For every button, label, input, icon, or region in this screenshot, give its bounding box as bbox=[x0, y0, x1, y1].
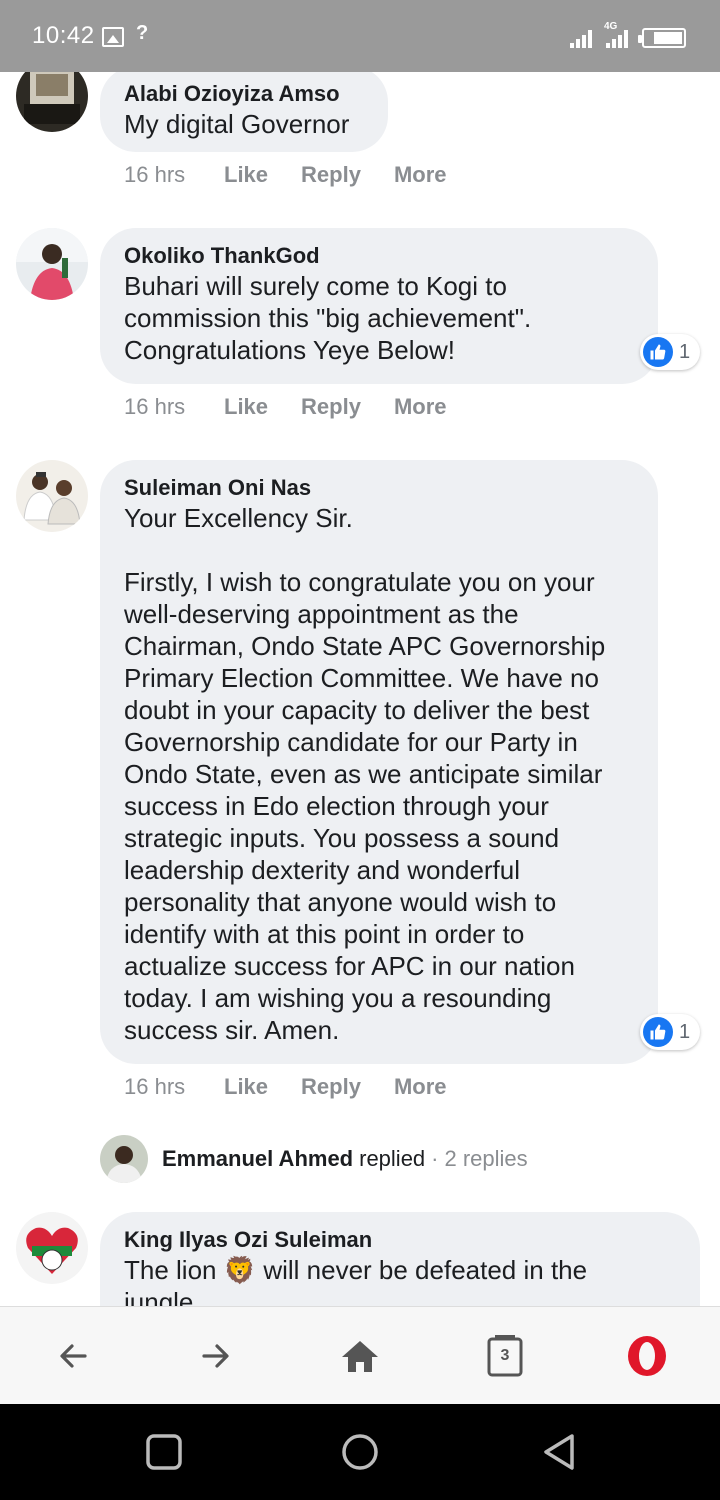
view-replies-link[interactable]: Emmanuel Ahmed replied · 2 replies bbox=[100, 1134, 528, 1184]
reaction-badge[interactable]: 1 bbox=[640, 334, 701, 370]
comment-actions: 16 hrs Like Reply More bbox=[124, 394, 480, 420]
opera-logo-icon[interactable] bbox=[622, 1331, 672, 1381]
reply-author[interactable]: Emmanuel Ahmed bbox=[162, 1146, 353, 1172]
browser-toolbar: 3 bbox=[0, 1306, 720, 1404]
reply-button[interactable]: Reply bbox=[301, 394, 361, 420]
image-icon bbox=[102, 27, 124, 47]
like-reaction-icon bbox=[643, 337, 673, 367]
comments-feed[interactable]: Alabi Ozioyiza Amso My digital Governor … bbox=[0, 72, 720, 1306]
reaction-count: 1 bbox=[679, 340, 691, 363]
comment-text: Buhari will surely come to Kogi to commi… bbox=[124, 271, 532, 365]
comment-author[interactable]: King Ilyas Ozi Suleiman bbox=[124, 1226, 676, 1254]
like-button[interactable]: Like bbox=[224, 1074, 268, 1100]
no-signal-icon: ? bbox=[136, 22, 149, 44]
comment-time[interactable]: 16 hrs bbox=[124, 1074, 224, 1100]
more-button[interactable]: More bbox=[394, 394, 447, 420]
back-arrow-icon[interactable] bbox=[48, 1331, 98, 1381]
home-circle-icon[interactable] bbox=[340, 1432, 380, 1472]
reply-count[interactable]: 2 replies bbox=[445, 1146, 528, 1172]
comment-author[interactable]: Okoliko ThankGod bbox=[124, 242, 634, 270]
status-bar: 10:42 ? 4G bbox=[0, 0, 720, 72]
reply-verb: replied bbox=[359, 1146, 426, 1171]
back-triangle-icon[interactable] bbox=[540, 1432, 580, 1472]
comment-text: The lion 🦁 will never be defeated in the… bbox=[124, 1255, 588, 1306]
comment-time[interactable]: 16 hrs bbox=[124, 162, 224, 188]
avatar[interactable] bbox=[16, 228, 88, 300]
comment-bubble: King Ilyas Ozi Suleiman The lion 🦁 will … bbox=[100, 1212, 700, 1306]
tabs-count: 3 bbox=[500, 1347, 510, 1364]
reaction-count: 1 bbox=[679, 1020, 691, 1043]
comment-actions: 16 hrs Like Reply More bbox=[124, 1074, 480, 1100]
comment-text: Your Excellency Sir. Firstly, I wish to … bbox=[124, 503, 606, 1045]
more-button[interactable]: More bbox=[394, 162, 447, 188]
comment-author[interactable]: Alabi Ozioyiza Amso bbox=[124, 80, 364, 108]
signal-icon bbox=[570, 30, 592, 48]
status-time: 10:42 bbox=[32, 22, 95, 49]
more-button[interactable]: More bbox=[394, 1074, 447, 1100]
forward-arrow-icon[interactable] bbox=[191, 1331, 241, 1381]
comment-text: My digital Governor bbox=[124, 109, 350, 139]
reaction-badge[interactable]: 1 bbox=[640, 1014, 701, 1050]
comment-time[interactable]: 16 hrs bbox=[124, 394, 224, 420]
recent-apps-icon[interactable] bbox=[144, 1432, 184, 1472]
reply-button[interactable]: Reply bbox=[301, 162, 361, 188]
comment-bubble: Okoliko ThankGod Buhari will surely come… bbox=[100, 228, 658, 384]
like-button[interactable]: Like bbox=[224, 162, 268, 188]
like-button[interactable]: Like bbox=[224, 394, 268, 420]
like-reaction-icon bbox=[643, 1017, 673, 1047]
reply-button[interactable]: Reply bbox=[301, 1074, 361, 1100]
home-icon[interactable] bbox=[335, 1331, 385, 1381]
tabs-icon[interactable]: 3 bbox=[480, 1331, 530, 1381]
reply-avatar bbox=[100, 1135, 148, 1183]
comment-bubble: Alabi Ozioyiza Amso My digital Governor bbox=[100, 72, 388, 152]
reply-separator: · bbox=[431, 1146, 439, 1171]
system-nav-bar bbox=[0, 1404, 720, 1500]
signal-4g-icon bbox=[606, 30, 628, 48]
avatar[interactable] bbox=[16, 72, 88, 132]
comment-actions: 16 hrs Like Reply More bbox=[124, 162, 480, 188]
comment-bubble: Suleiman Oni Nas Your Excellency Sir. Fi… bbox=[100, 460, 658, 1064]
avatar[interactable] bbox=[16, 1212, 88, 1284]
comment-author[interactable]: Suleiman Oni Nas bbox=[124, 474, 634, 502]
battery-icon bbox=[638, 28, 686, 48]
avatar[interactable] bbox=[16, 460, 88, 532]
